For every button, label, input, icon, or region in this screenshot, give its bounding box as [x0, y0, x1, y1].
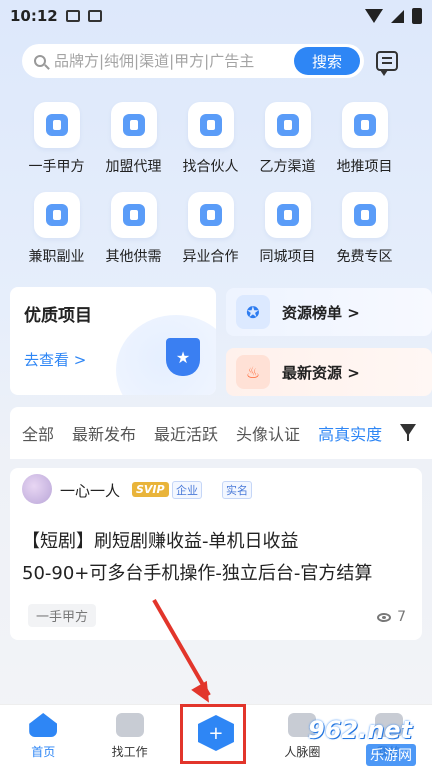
category-item-yifangqudao[interactable]: 乙方渠道: [249, 102, 326, 176]
category-label: 异业合作: [182, 249, 239, 265]
category-label: 兼职副业: [28, 249, 85, 265]
eye-icon: [377, 612, 392, 622]
realname-badge: 实名: [222, 481, 252, 499]
post-category-tag: 一手甲方: [28, 604, 97, 627]
tab-avatar-verified[interactable]: 头像认证: [236, 421, 300, 445]
filter-icon[interactable]: [400, 424, 416, 441]
briefcase-icon: [115, 713, 144, 737]
enterprise-badge: 企业: [172, 481, 202, 499]
post-title: 【短剧】刷短剧赚收益-单机日收益 50-90+可多台手机操作-独立后台-官方结算: [22, 526, 418, 590]
message-icon[interactable]: [376, 51, 398, 76]
category-item-zhaohehuoren[interactable]: 找合伙人: [172, 102, 249, 176]
nav-find-job[interactable]: 找工作: [86, 705, 172, 768]
shield-people-icon: [110, 102, 157, 148]
document-icon: [264, 102, 311, 148]
star-shield-icon: ★: [166, 338, 200, 376]
category-item-jiamengdaili[interactable]: 加盟代理: [95, 102, 172, 176]
user-icon: [187, 102, 234, 148]
category-label: 乙方渠道: [259, 159, 316, 175]
gallery-icon: [65, 10, 80, 22]
post-title-line2: 50-90+可多台手机操作-独立后台-官方结算: [22, 563, 373, 584]
category-item-yishoujiafang[interactable]: 一手甲方: [18, 102, 95, 176]
watermark: 962.net 乐游网: [300, 716, 432, 768]
latest-resources-label: 最新资源 >: [282, 363, 360, 382]
category-label: 一手甲方: [28, 159, 85, 175]
id-badge-icon: [33, 102, 80, 148]
search-input[interactable]: [54, 52, 274, 70]
category-label: 地推项目: [336, 159, 393, 175]
category-label: 免费专区: [336, 249, 393, 265]
category-label: 加盟代理: [105, 159, 162, 175]
folder-icon: [33, 192, 80, 238]
search-row: 搜索: [22, 44, 410, 78]
view-count-value: 7: [397, 609, 406, 625]
watermark-text: 乐游网: [366, 744, 416, 766]
latest-resources-card[interactable]: ♨ 最新资源 >: [226, 348, 432, 396]
exchange-icon: [187, 192, 234, 238]
people-group-icon: [341, 102, 388, 148]
post-card[interactable]: 一心一人 SVIP 企业 实名 【短剧】刷短剧赚收益-单机日收益 50-90+可…: [10, 468, 422, 640]
battery-icon: [412, 8, 422, 24]
feed-tabs: 全部 最新发布 最近活跃 头像认证 高真实度: [10, 407, 432, 459]
category-item-yiyehezuo[interactable]: 异业合作: [172, 192, 249, 266]
location-icon: [264, 192, 311, 238]
tag-icon: [341, 192, 388, 238]
quality-card-title: 优质项目: [24, 306, 92, 326]
home-icon: [29, 713, 58, 737]
watermark-logo: 962.net: [308, 716, 413, 744]
signal-icon: [391, 9, 404, 23]
nav-home[interactable]: 首页: [0, 705, 86, 768]
resource-ranking-card[interactable]: ✪ 资源榜单 >: [226, 288, 432, 336]
category-item-jianzhifuye[interactable]: 兼职副业: [18, 192, 95, 266]
post-title-line1: 【短剧】刷短剧赚收益-单机日收益: [22, 531, 299, 552]
nav-home-label: 首页: [31, 745, 56, 759]
category-item-mianfeizhuanqu[interactable]: 免费专区: [326, 192, 403, 266]
status-time: 10:12: [10, 7, 58, 25]
tab-latest-published[interactable]: 最新发布: [72, 421, 136, 445]
wifi-icon: [365, 9, 383, 23]
tabs-scroll: 全部 最新发布 最近活跃 头像认证 高真实度: [22, 421, 394, 445]
flame-icon: ♨: [236, 355, 270, 389]
category-item-tongchengxiangmu[interactable]: 同城项目: [249, 192, 326, 266]
category-item-dituixiangmu[interactable]: 地推项目: [326, 102, 403, 176]
search-box[interactable]: 搜索: [22, 44, 364, 78]
nav-find-job-label: 找工作: [111, 745, 148, 759]
medal-icon: ✪: [236, 295, 270, 329]
search-button[interactable]: 搜索: [294, 47, 360, 75]
tab-recently-active[interactable]: 最近活跃: [154, 421, 218, 445]
post-username: 一心一人: [60, 482, 121, 500]
quality-card-link[interactable]: 去查看 >: [24, 349, 86, 370]
app-notification-icon: [87, 10, 102, 22]
tab-high-authenticity[interactable]: 高真实度: [318, 421, 382, 445]
search-icon: [34, 55, 46, 67]
tab-all[interactable]: 全部: [22, 421, 54, 445]
svip-badge: SVIP: [132, 482, 169, 497]
category-item-qitagongxu[interactable]: 其他供需: [95, 192, 172, 266]
category-grid: 一手甲方 加盟代理 找合伙人 乙方渠道 地推项目 兼职副业 其他供需 异业合作 …: [18, 102, 414, 266]
chat-icon: [110, 192, 157, 238]
category-label: 找合伙人: [182, 159, 239, 175]
avatar[interactable]: [22, 474, 52, 504]
annotation-highlight-box: [180, 704, 246, 764]
quality-projects-card[interactable]: 优质项目 去查看 > ★: [10, 287, 216, 395]
view-count: 7: [377, 609, 406, 625]
status-right-icons: [365, 8, 422, 24]
resource-ranking-label: 资源榜单 >: [282, 303, 360, 322]
status-bar: 10:12: [0, 0, 432, 32]
category-label: 同城项目: [259, 249, 316, 265]
category-label: 其他供需: [105, 249, 162, 265]
